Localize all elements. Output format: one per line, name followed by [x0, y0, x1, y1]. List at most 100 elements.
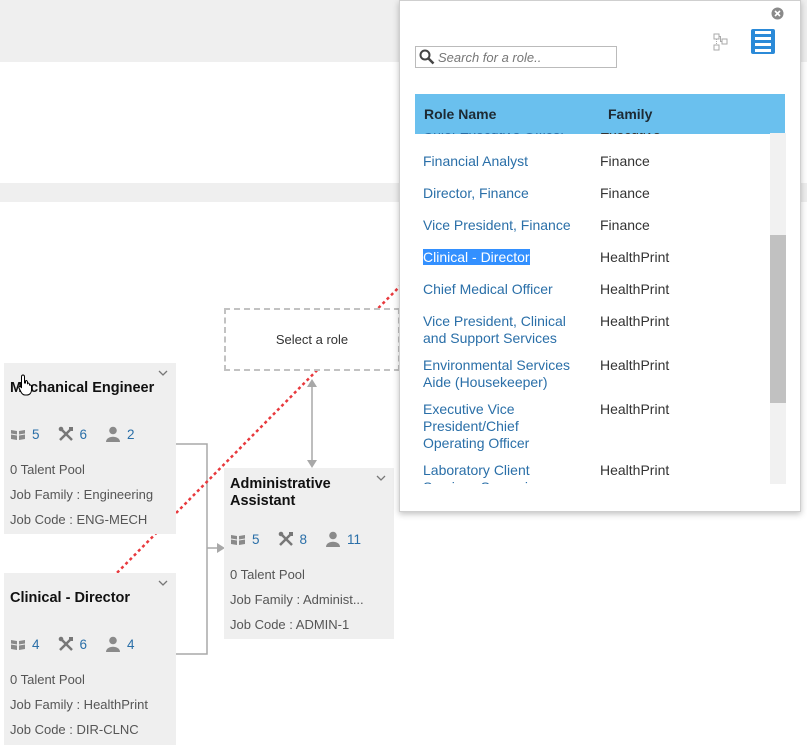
people-count: 11: [347, 531, 362, 547]
people-stat[interactable]: 4: [105, 636, 135, 652]
skills-stat[interactable]: 8: [278, 531, 307, 547]
book-icon: [10, 429, 26, 440]
role-name-link[interactable]: Director, Finance: [423, 185, 583, 202]
role-name-link[interactable]: Clinical - Director: [423, 249, 583, 266]
role-name-link[interactable]: Environmental Services Aide (Housekeeper…: [423, 357, 583, 391]
people-stat[interactable]: 11: [325, 531, 361, 547]
chevron-down-icon[interactable]: [376, 474, 386, 482]
list-view-icon[interactable]: [751, 29, 775, 54]
role-family: HealthPrint: [600, 313, 670, 329]
role-name-text: Chief Executive Officer: [423, 133, 565, 137]
search-icon: [419, 49, 435, 65]
role-name-link[interactable]: Chief Executive Officer: [423, 133, 583, 138]
tools-icon: [58, 426, 73, 441]
close-icon[interactable]: [771, 7, 784, 20]
chevron-down-icon[interactable]: [158, 579, 168, 587]
talent-pool: 0 Talent Pool: [10, 462, 85, 477]
skills-stat[interactable]: 6: [58, 426, 88, 442]
role-name-text: Clinical - Director: [423, 249, 530, 265]
role-family: Executive: [600, 133, 661, 138]
person-icon: [106, 636, 121, 652]
role-row[interactable]: Financial Analyst Finance: [414, 153, 769, 185]
role-row[interactable]: Executive Vice President/Chief Operating…: [414, 401, 769, 462]
role-row[interactable]: Chief Medical Officer HealthPrint: [414, 281, 769, 313]
role-name-text: Environmental Services Aide (Housekeeper…: [423, 357, 571, 390]
role-row[interactable]: Clinical - Director HealthPrint: [414, 249, 769, 281]
role-search-box[interactable]: [415, 46, 617, 68]
courses-stat[interactable]: 4: [10, 637, 40, 652]
job-family: Job Family : Engineering: [10, 487, 154, 502]
down-arrowhead: [307, 460, 317, 468]
job-family: Job Family : HealthPrint: [10, 697, 148, 712]
role-name-text: Executive Vice President/Chief Operating…: [423, 401, 530, 451]
courses-count: 4: [32, 636, 40, 652]
people-stat[interactable]: 2: [105, 426, 135, 442]
role-name-link[interactable]: Laboratory Client Services Supervisor: [423, 462, 583, 484]
job-code: Job Code : ADMIN-1: [230, 617, 350, 632]
courses-stat[interactable]: 5: [10, 427, 40, 442]
up-arrowhead: [307, 379, 317, 387]
role-name-link[interactable]: Financial Analyst: [423, 153, 583, 170]
select-role-dropzone[interactable]: Select a role: [224, 308, 400, 371]
column-role-name[interactable]: Role Name: [424, 106, 496, 122]
role-card-title: Clinical - Director: [10, 590, 131, 606]
role-name-link[interactable]: Vice President, Clinical and Support Ser…: [423, 313, 583, 347]
role-table-scrollbar[interactable]: [770, 133, 786, 484]
book-icon: [230, 534, 246, 545]
role-name-text: Laboratory Client Services Supervisor: [423, 462, 548, 484]
skills-stat[interactable]: 6: [58, 636, 88, 652]
reports-to-bracket: [176, 443, 208, 655]
talent-pool: 0 Talent Pool: [10, 672, 85, 687]
courses-count: 5: [32, 426, 40, 442]
chevron-down-icon[interactable]: [158, 369, 168, 377]
role-name-link[interactable]: Executive Vice President/Chief Operating…: [423, 401, 583, 452]
role-row[interactable]: Laboratory Client Services Supervisor Hea…: [414, 462, 769, 484]
scrollbar-thumb[interactable]: [770, 235, 786, 403]
role-name-text: Director, Finance: [423, 185, 529, 201]
role-name-text: Financial Analyst: [423, 153, 529, 169]
role-card-administrative-assistant[interactable]: Administrative Assistant 5 8 11 0 Talent…: [224, 468, 394, 639]
people-count: 2: [127, 426, 135, 442]
tools-icon: [58, 636, 73, 651]
role-search-input[interactable]: [438, 49, 608, 65]
hand-cursor-icon: [18, 374, 32, 396]
book-icon: [10, 639, 26, 650]
role-row[interactable]: Director, Finance Finance: [414, 185, 769, 217]
job-family: Job Family : Administ...: [230, 592, 364, 607]
role-table-header: Role Name Family: [415, 94, 785, 134]
role-family: HealthPrint: [600, 401, 670, 417]
person-icon: [326, 531, 341, 547]
job-code: Job Code : ENG-MECH: [10, 512, 148, 527]
role-name-link[interactable]: Chief Medical Officer: [423, 281, 583, 298]
skills-count: 6: [79, 636, 88, 652]
tools-icon: [278, 531, 293, 546]
column-family[interactable]: Family: [608, 106, 652, 122]
role-family: HealthPrint: [600, 281, 670, 297]
role-card-title: Administrative Assistant: [230, 476, 331, 509]
tree-view-icon[interactable]: [711, 32, 731, 52]
select-role-label: Select a role: [275, 332, 349, 347]
role-family: HealthPrint: [600, 249, 670, 265]
courses-stat[interactable]: 5: [230, 532, 260, 547]
role-family: HealthPrint: [600, 462, 670, 478]
role-name-text: Vice President, Clinical and Support Ser…: [423, 313, 566, 346]
role-row[interactable]: Vice President, Finance Finance: [414, 217, 769, 249]
role-name-text: Chief Medical Officer: [423, 281, 553, 297]
person-icon: [106, 426, 121, 442]
role-family: Finance: [600, 153, 650, 169]
role-family: HealthPrint: [600, 357, 670, 373]
skills-count: 6: [79, 426, 88, 442]
role-card-clinical-director[interactable]: Clinical - Director 4 6 4 0 Talent Pool …: [4, 573, 176, 745]
talent-pool: 0 Talent Pool: [230, 567, 305, 582]
people-count: 4: [127, 636, 135, 652]
role-name-link[interactable]: Vice President, Finance: [423, 217, 583, 234]
role-family: Finance: [600, 217, 650, 233]
courses-count: 5: [252, 531, 260, 547]
role-table-body: Chief Executive Officer Executive Financia…: [414, 133, 769, 484]
job-code: Job Code : DIR-CLNC: [10, 722, 139, 737]
role-row[interactable]: Chief Executive Officer Executive: [414, 133, 769, 153]
role-name-text: Vice President, Finance: [423, 217, 571, 233]
role-row[interactable]: Vice President, Clinical and Support Ser…: [414, 313, 769, 357]
role-row[interactable]: Environmental Services Aide (Housekeeper…: [414, 357, 769, 401]
role-family: Finance: [600, 185, 650, 201]
